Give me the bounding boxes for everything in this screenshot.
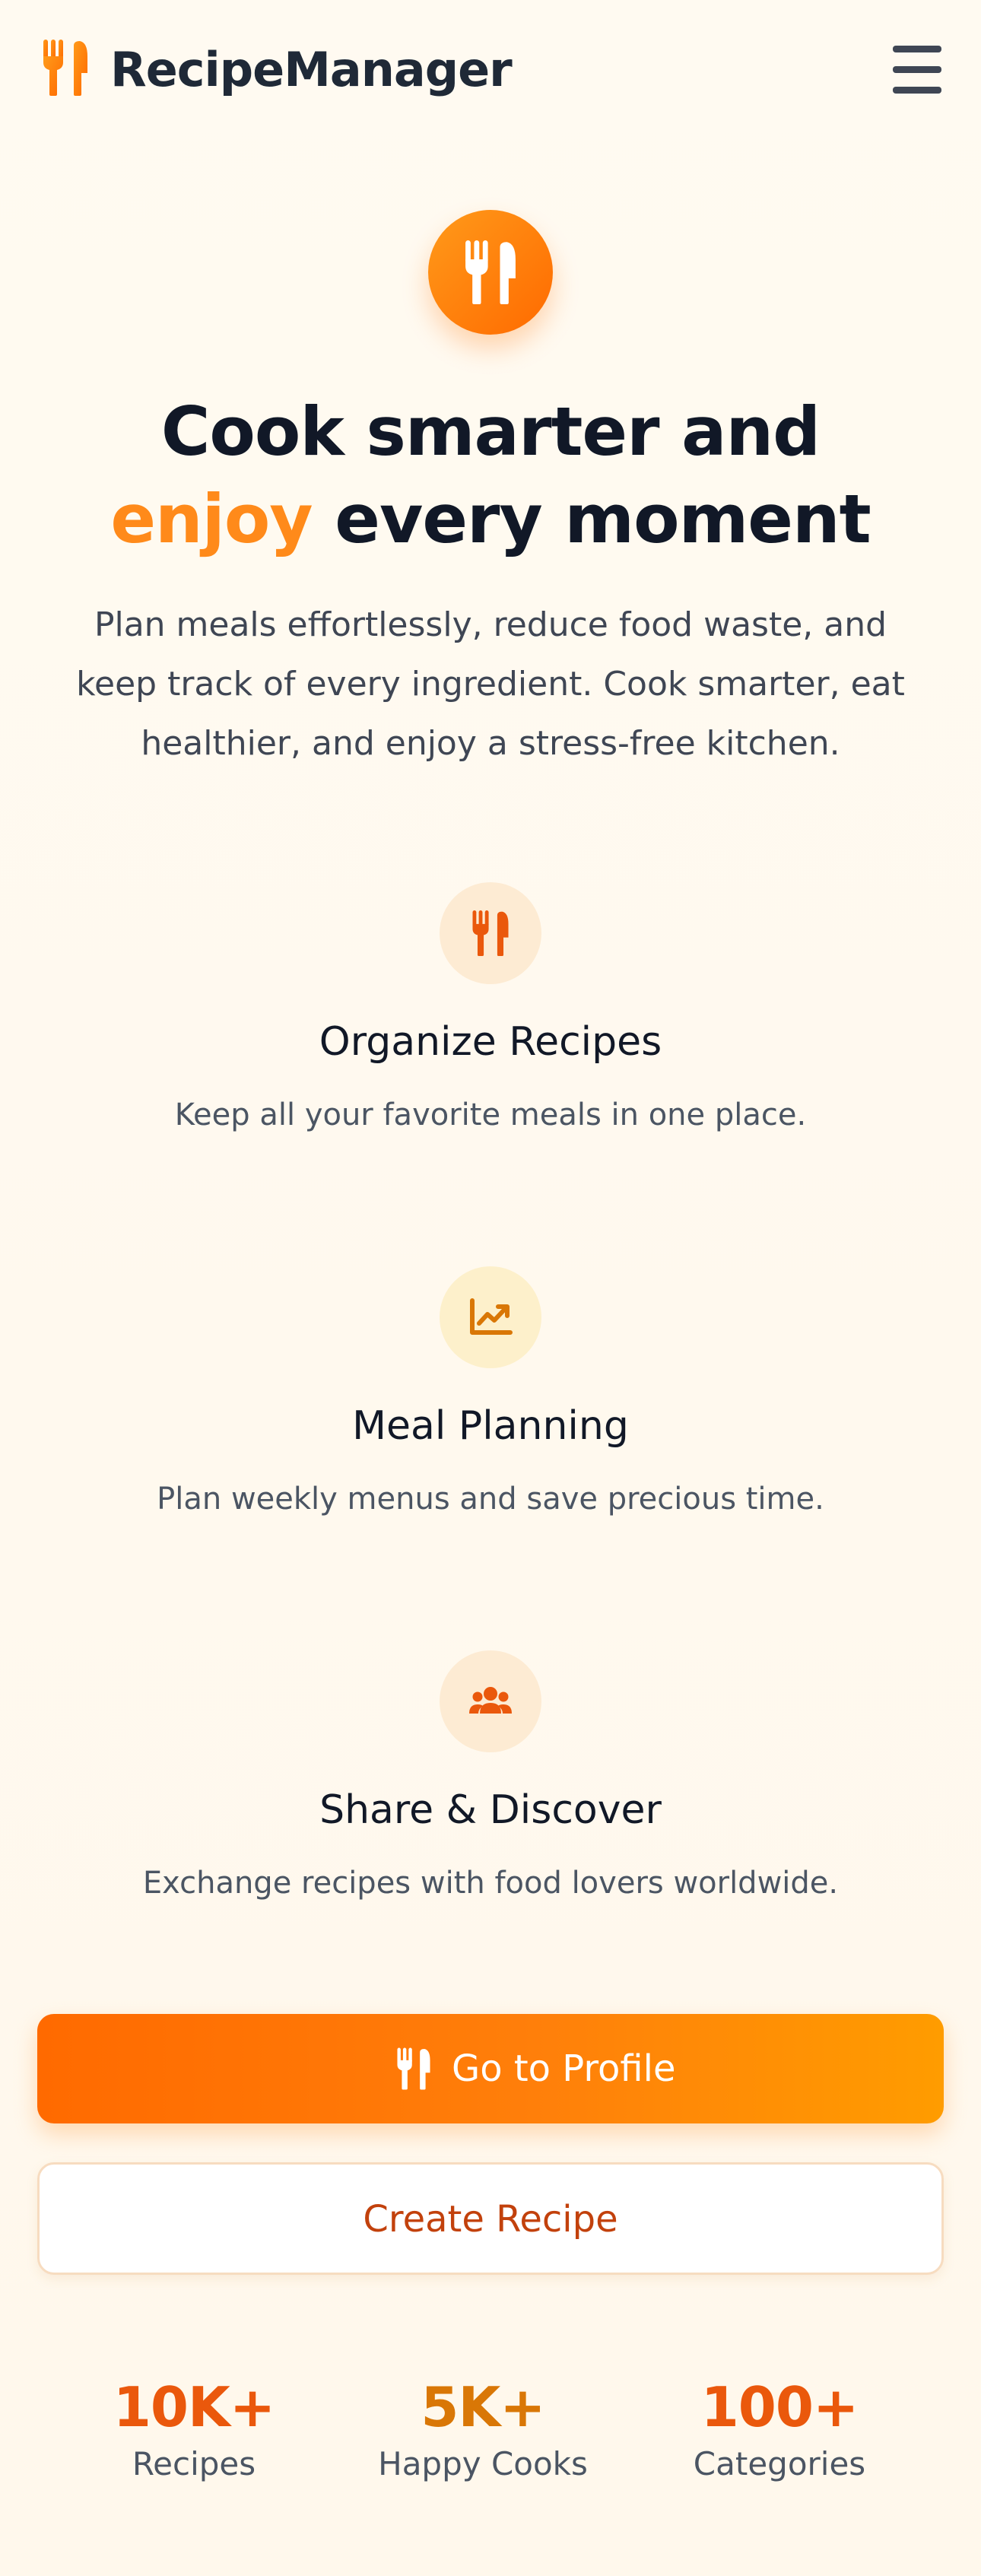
feature-share-discover: Share & Discover Exchange recipes with f… (0, 1650, 981, 1932)
hero-title-accent: enjoy (110, 480, 313, 558)
stat-happy-cooks: 5K+ Happy Cooks (346, 2373, 620, 2485)
utensils-icon (472, 910, 509, 956)
hero-title-line1: Cook smarter and (160, 392, 821, 471)
feature-description: Plan weekly menus and save precious time… (157, 1482, 824, 1517)
feature-description: Keep all your favorite meals in one plac… (174, 1097, 807, 1132)
feature-description: Exchange recipes with food lovers worldw… (142, 1866, 839, 1901)
stat-categories: 100+ Categories (643, 2373, 916, 2485)
app-logo-text[interactable]: RecipeManager (110, 40, 513, 100)
stat-label: Recipes (132, 2445, 256, 2482)
stat-value: 5K+ (421, 2375, 545, 2439)
utensils-icon (42, 40, 89, 96)
hero-description: Plan meals effortlessly, reduce food was… (76, 605, 905, 763)
create-recipe-button[interactable]: Create Recipe (37, 2162, 944, 2275)
utensils-icon (465, 240, 516, 304)
create-recipe-label: Create Recipe (363, 2198, 618, 2241)
hero-badge (428, 210, 553, 335)
trend-chart-icon (470, 1298, 513, 1335)
feature-title: Meal Planning (352, 1403, 629, 1449)
feature-icon-badge (440, 1650, 541, 1752)
stat-value: 10K+ (113, 2375, 275, 2439)
feature-icon-badge (440, 1266, 541, 1368)
users-icon (469, 1687, 512, 1714)
feature-title: Organize Recipes (319, 1019, 662, 1065)
stat-label: Happy Cooks (378, 2445, 588, 2482)
menu-button[interactable] (891, 44, 943, 94)
hamburger-menu-icon (893, 46, 941, 52)
go-to-profile-button[interactable]: Go to Profile (37, 2014, 944, 2123)
feature-icon-badge (440, 882, 541, 984)
utensils-icon (397, 2047, 430, 2090)
stat-recipes: 10K+ Recipes (57, 2373, 331, 2485)
top-navbar: RecipeManager (0, 0, 981, 140)
feature-title: Share & Discover (319, 1787, 662, 1833)
hero-title: Cook smarter and enjoy every moment (34, 388, 947, 563)
hero-title-rest: every moment (312, 480, 871, 558)
go-to-profile-label: Go to Profile (452, 2047, 676, 2090)
stat-label: Categories (693, 2445, 866, 2482)
feature-meal-planning: Meal Planning Plan weekly menus and save… (0, 1266, 981, 1548)
stat-value: 100+ (700, 2375, 859, 2439)
feature-organize-recipes: Organize Recipes Keep all your favorite … (0, 882, 981, 1164)
